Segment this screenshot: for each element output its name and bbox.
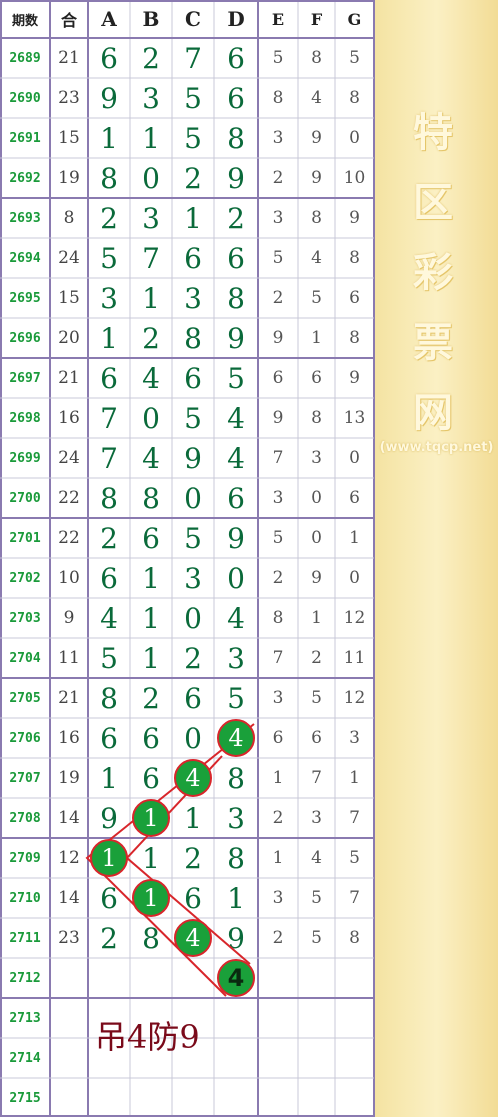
- highlight-ball: 4: [174, 759, 212, 797]
- highlight-ball: 1: [132, 799, 170, 837]
- highlight-ball: 4: [217, 959, 255, 997]
- watermark-char-4: 票: [413, 320, 453, 366]
- highlight-ball: 4: [217, 719, 255, 757]
- highlight-ball: 1: [90, 839, 128, 877]
- watermark-char-3: 彩: [413, 250, 453, 296]
- watermark-char-1: 特: [413, 110, 453, 156]
- watermark-char-2: 区: [413, 180, 453, 226]
- highlight-ball: 1: [132, 879, 170, 917]
- watermark-char-5: 网: [413, 390, 453, 436]
- highlight-ball: 4: [174, 919, 212, 957]
- watermark-sidebar: 特 区 彩 票 网 (www.tqcp.net): [375, 0, 498, 1117]
- prediction-note: 吊4防9: [95, 1018, 200, 1056]
- watermark-url: (www.tqcp.net): [379, 440, 494, 455]
